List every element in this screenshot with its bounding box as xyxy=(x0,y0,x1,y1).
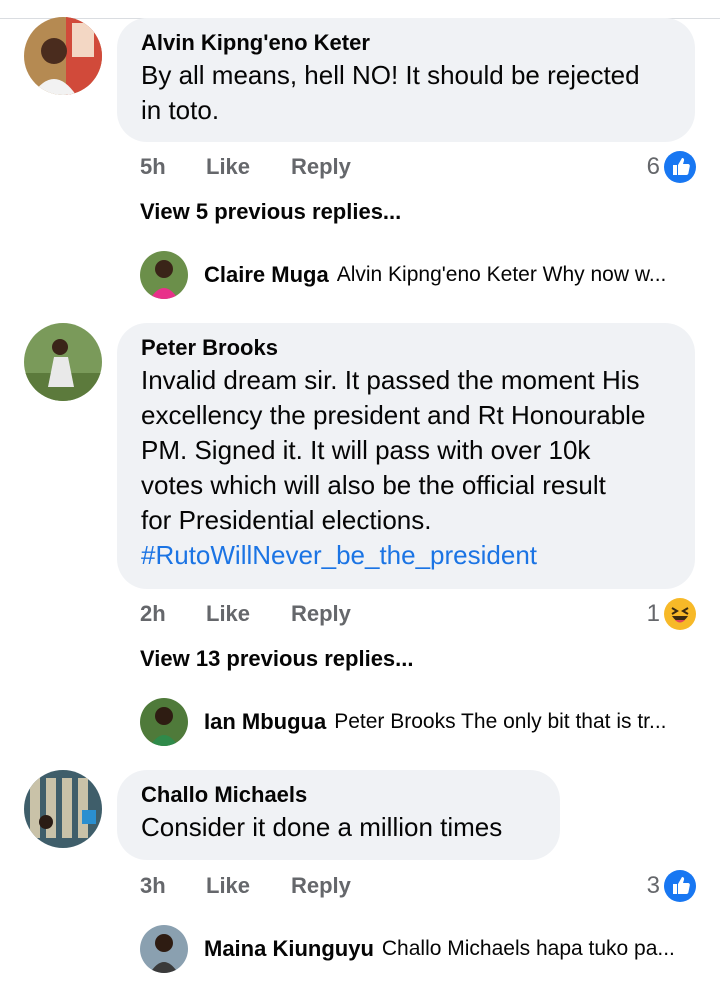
view-previous-replies[interactable]: View 13 previous replies... xyxy=(140,644,414,674)
comment-actions: 2h Like Reply 1 xyxy=(140,597,696,631)
comment-timestamp[interactable]: 5h xyxy=(140,150,166,184)
comment-author[interactable]: Challo Michaels xyxy=(141,780,536,810)
reaction-count: 6 xyxy=(646,153,660,180)
reaction-summary[interactable]: 3 xyxy=(647,869,696,903)
comment-text-line: Invalid dream sir. It passed the moment … xyxy=(141,365,640,395)
avatar[interactable] xyxy=(24,17,102,95)
latest-reply-preview[interactable]: Claire Muga Alvin Kipng'eno Keter Why no… xyxy=(140,251,700,299)
reply-text: Alvin Kipng'eno Keter Why now w... xyxy=(336,263,667,286)
reply-text: Peter Brooks The only bit that is tr... xyxy=(334,710,667,733)
avatar[interactable] xyxy=(24,323,102,401)
reply-text: Challo Michaels hapa tuko pa... xyxy=(381,937,675,960)
like-icon xyxy=(664,151,696,183)
comment-bubble: Peter Brooks Invalid dream sir. It passe… xyxy=(117,323,695,589)
reply-button[interactable]: Reply xyxy=(291,150,351,184)
comment-text-line: votes which will also be the official re… xyxy=(141,470,606,500)
avatar[interactable] xyxy=(140,925,188,973)
like-button[interactable]: Like xyxy=(206,869,250,903)
reply-author[interactable]: Ian Mbugua xyxy=(204,709,326,735)
hashtag-link[interactable]: #RutoWillNever_be_the_president xyxy=(141,538,671,573)
comment-author[interactable]: Peter Brooks xyxy=(141,333,671,363)
comment-text-line: excellency the president and Rt Honourab… xyxy=(141,400,646,430)
reaction-summary[interactable]: 1 xyxy=(647,597,696,631)
comment-text-line: PM. Signed it. It will pass with over 10… xyxy=(141,435,591,465)
comment-text-line: in toto. xyxy=(141,95,220,125)
comment-text-line: for Presidential elections. xyxy=(141,505,432,535)
comment-actions: 5h Like Reply 6 xyxy=(140,150,696,184)
reaction-count: 1 xyxy=(646,600,660,627)
like-button[interactable]: Like xyxy=(206,150,250,184)
like-icon xyxy=(664,870,696,902)
comment-timestamp[interactable]: 3h xyxy=(140,869,166,903)
comment-timestamp[interactable]: 2h xyxy=(140,597,166,631)
reaction-count: 3 xyxy=(646,872,660,899)
comment-text-line: By all means, hell NO! It should be reje… xyxy=(141,60,640,90)
latest-reply-preview[interactable]: Ian Mbugua Peter Brooks The only bit tha… xyxy=(140,698,700,746)
top-divider xyxy=(0,0,720,19)
latest-reply-preview[interactable]: Maina Kiunguyu Challo Michaels hapa tuko… xyxy=(140,925,700,973)
reply-author[interactable]: Maina Kiunguyu xyxy=(204,936,374,962)
reply-author[interactable]: Claire Muga xyxy=(204,262,329,288)
avatar[interactable] xyxy=(140,698,188,746)
avatar[interactable] xyxy=(24,770,102,848)
comment-bubble: Challo Michaels Consider it done a milli… xyxy=(117,770,560,860)
comment-bubble: Alvin Kipng'eno Keter By all means, hell… xyxy=(117,18,695,142)
reply-button[interactable]: Reply xyxy=(291,597,351,631)
reply-button[interactable]: Reply xyxy=(291,869,351,903)
reaction-summary[interactable]: 6 xyxy=(647,150,696,184)
comment-text-line: Consider it done a million times xyxy=(141,812,503,842)
like-button[interactable]: Like xyxy=(206,597,250,631)
comment-actions: 3h Like Reply 3 xyxy=(140,869,696,903)
avatar[interactable] xyxy=(140,251,188,299)
haha-icon xyxy=(664,598,696,630)
view-previous-replies[interactable]: View 5 previous replies... xyxy=(140,197,401,227)
comment-author[interactable]: Alvin Kipng'eno Keter xyxy=(141,28,671,58)
